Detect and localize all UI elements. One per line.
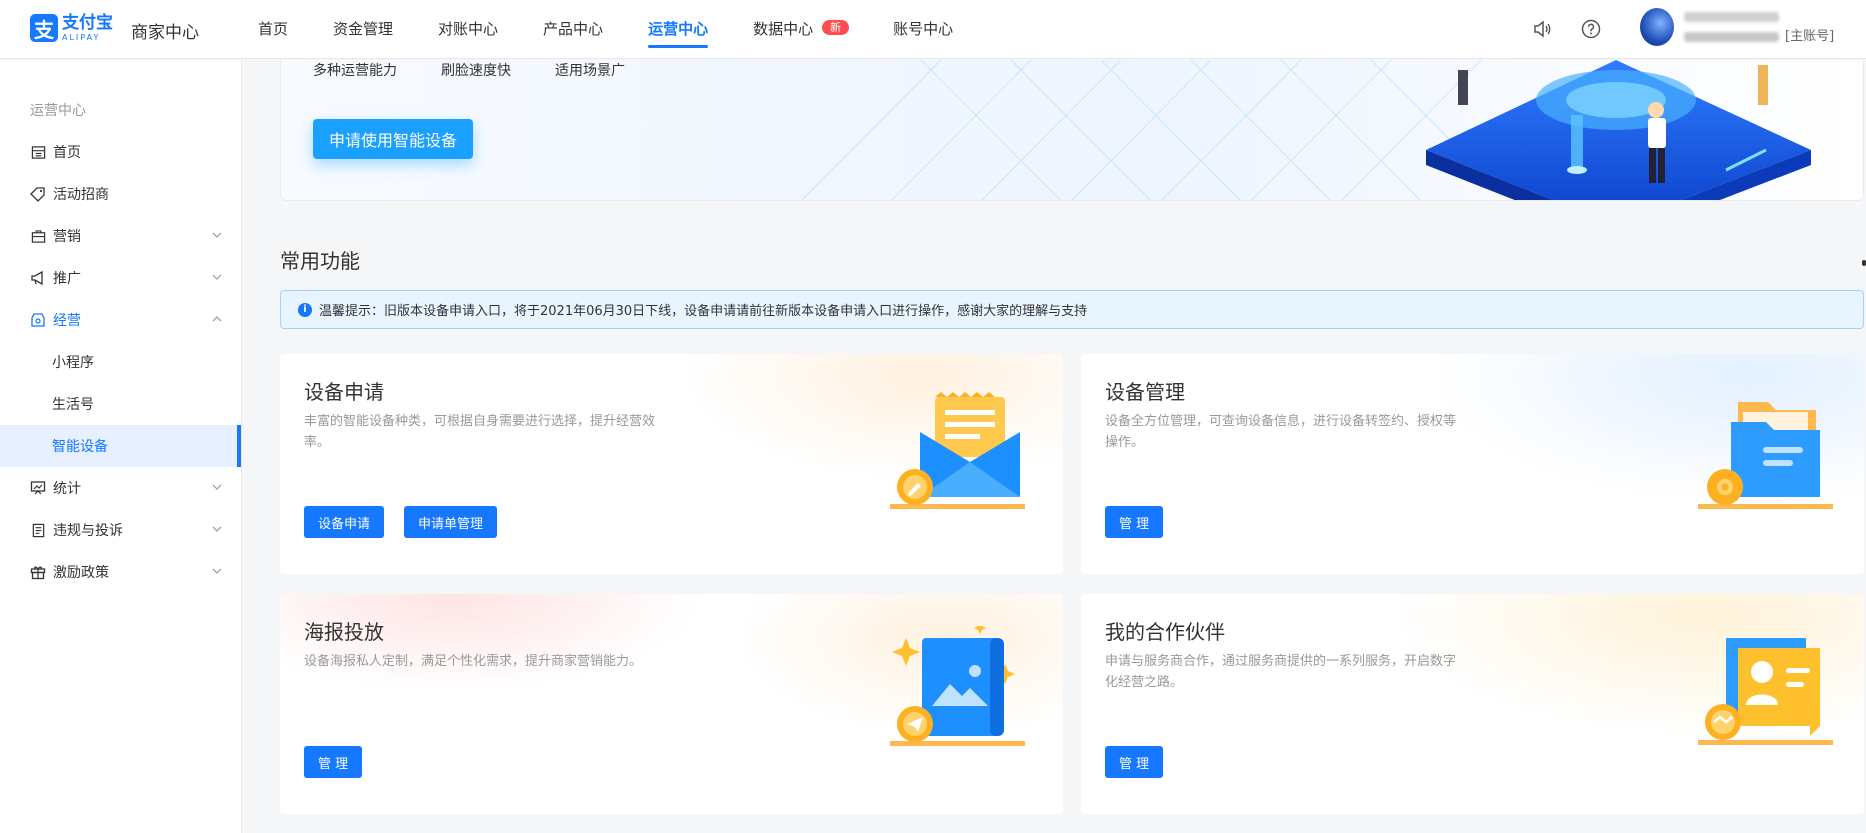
chevron-up-icon bbox=[212, 316, 222, 322]
card-title: 设备申请 bbox=[304, 380, 384, 404]
card-my-partners: 我的合作伙伴 申请与服务商合作，通过服务商提供的一系列服务，开启数字化经营之路。… bbox=[1081, 594, 1864, 814]
top-nav: 首页 资金管理 对账中心 产品中心 运营中心 数据中心 新 账号中心 bbox=[258, 0, 998, 59]
sidebar-item-violations[interactable]: 违规与投诉 bbox=[0, 509, 241, 551]
banner-tag: 适用场景广 bbox=[555, 63, 625, 79]
sidebar-item-smart-devices[interactable]: 智能设备 bbox=[0, 425, 241, 467]
speaker-icon[interactable] bbox=[1531, 18, 1553, 40]
card-title: 设备管理 bbox=[1105, 380, 1185, 404]
envelope-icon bbox=[890, 392, 1025, 509]
top-bar: 支 支付宝 ALIPAY 商家中心 首页 资金管理 对账中心 产品中心 运营中心… bbox=[0, 0, 1866, 59]
user-name-redacted bbox=[1684, 12, 1779, 22]
logo-text-en: ALIPAY bbox=[62, 32, 101, 42]
sidebar-item-label: 营销 bbox=[53, 229, 81, 245]
notice-text: 温馨提示：旧版本设备申请入口，将于2021年06月30日下线，设备申请请前往新版… bbox=[319, 304, 1088, 319]
home-icon bbox=[30, 144, 46, 160]
nav-data-label: 数据中心 bbox=[753, 20, 814, 38]
sidebar-item-incentives[interactable]: 激励政策 bbox=[0, 551, 241, 593]
brand-subtitle: 商家中心 bbox=[131, 23, 199, 43]
sidebar-item-label: 智能设备 bbox=[52, 439, 108, 455]
briefcase-icon bbox=[30, 228, 46, 244]
card-device-application: 设备申请 丰富的智能设备种类，可根据自身需要进行选择，提升经营效率。 设备申请 … bbox=[280, 354, 1063, 574]
logo-text-cn: 支付宝 bbox=[62, 12, 113, 33]
banner-tag: 多种运营能力 bbox=[313, 63, 397, 79]
section-title: 常用功能 bbox=[280, 249, 360, 273]
card-description: 设备海报私人定制，满足个性化需求，提升商家营销能力。 bbox=[304, 654, 643, 669]
banner-feature-tags: 多种运营能力 刷脸速度快 适用场景广 bbox=[313, 60, 625, 80]
card-title: 海报投放 bbox=[304, 620, 384, 644]
chevron-down-icon bbox=[212, 526, 222, 532]
sidebar-item-marketing[interactable]: 营销 bbox=[0, 215, 241, 257]
application-manage-button[interactable]: 申请单管理 bbox=[404, 506, 498, 538]
sidebar-title: 运营中心 bbox=[30, 103, 86, 119]
account-type: [主账号] bbox=[1785, 29, 1835, 44]
avatar bbox=[1640, 8, 1674, 46]
user-menu[interactable]: [主账号] bbox=[1640, 8, 1834, 46]
smart-device-banner: 多种运营能力 刷脸速度快 适用场景广 申请使用智能设备 bbox=[280, 60, 1864, 201]
partner-manage-button[interactable]: 管 理 bbox=[1105, 746, 1164, 778]
info-icon: i bbox=[298, 302, 312, 317]
notice-bar: i 温馨提示：旧版本设备申请入口，将于2021年06月30日下线，设备申请请前往… bbox=[280, 290, 1864, 329]
sidebar-item-label: 经营 bbox=[53, 313, 81, 329]
card-description: 丰富的智能设备种类，可根据自身需要进行选择，提升经营效率。 bbox=[304, 414, 656, 450]
sidebar-item-campaigns[interactable]: 活动招商 bbox=[0, 173, 241, 215]
nav-reconciliation[interactable]: 对账中心 bbox=[438, 0, 498, 59]
help-icon[interactable] bbox=[1580, 18, 1602, 40]
new-badge: 新 bbox=[822, 20, 850, 35]
partner-card-icon bbox=[1698, 638, 1833, 745]
tag-icon bbox=[30, 186, 46, 202]
device-apply-button[interactable]: 设备申请 bbox=[304, 506, 385, 538]
sidebar-item-label: 统计 bbox=[53, 481, 81, 497]
sidebar-item-statistics[interactable]: 统计 bbox=[0, 467, 241, 509]
alipay-logo[interactable]: 支 支付宝 ALIPAY bbox=[30, 14, 113, 42]
sidebar-item-label: 小程序 bbox=[52, 355, 94, 371]
poster-manage-button[interactable]: 管 理 bbox=[304, 746, 363, 778]
sidebar: 运营中心 首页 活动招商 营销 推广 经营 小程序 生活号 智能设备 统计 违规… bbox=[0, 60, 242, 833]
edge-marker bbox=[1862, 260, 1866, 266]
sidebar-item-life-account[interactable]: 生活号 bbox=[0, 383, 241, 425]
sidebar-item-label: 首页 bbox=[53, 145, 81, 161]
chevron-down-icon bbox=[212, 232, 222, 238]
sidebar-item-promotion[interactable]: 推广 bbox=[0, 257, 241, 299]
smart-device-illustration bbox=[1426, 60, 1811, 200]
chart-icon bbox=[30, 480, 46, 496]
sidebar-item-label: 生活号 bbox=[52, 397, 94, 413]
sidebar-item-label: 违规与投诉 bbox=[53, 523, 123, 539]
nav-account[interactable]: 账号中心 bbox=[893, 0, 953, 59]
chevron-down-icon bbox=[212, 484, 222, 490]
user-account-redacted bbox=[1684, 32, 1779, 42]
nav-operations[interactable]: 运营中心 bbox=[648, 0, 709, 59]
folder-gear-icon bbox=[1698, 402, 1833, 509]
shop-icon bbox=[30, 312, 46, 328]
card-description: 申请与服务商合作，通过服务商提供的一系列服务，开启数字化经营之路。 bbox=[1105, 654, 1457, 690]
sidebar-item-label: 激励政策 bbox=[53, 565, 109, 581]
sidebar-item-mini-program[interactable]: 小程序 bbox=[0, 341, 241, 383]
device-manage-button[interactable]: 管 理 bbox=[1105, 506, 1164, 538]
sidebar-item-label: 活动招商 bbox=[53, 187, 109, 203]
apply-smart-device-button[interactable]: 申请使用智能设备 bbox=[313, 119, 473, 159]
megaphone-icon bbox=[30, 270, 46, 286]
card-description: 设备全方位管理，可查询设备信息，进行设备转签约、授权等操作。 bbox=[1105, 414, 1457, 450]
alipay-logo-icon: 支 bbox=[30, 14, 58, 42]
nav-funds[interactable]: 资金管理 bbox=[333, 0, 393, 59]
nav-products[interactable]: 产品中心 bbox=[543, 0, 603, 59]
nav-home[interactable]: 首页 bbox=[258, 0, 288, 59]
nav-data[interactable]: 数据中心 新 bbox=[753, 0, 850, 59]
sidebar-item-label: 推广 bbox=[53, 271, 81, 287]
card-title: 我的合作伙伴 bbox=[1105, 620, 1225, 644]
poster-icon bbox=[890, 626, 1025, 746]
card-poster-delivery: 海报投放 设备海报私人定制，满足个性化需求，提升商家营销能力。 管 理 bbox=[280, 594, 1063, 814]
banner-tag: 刷脸速度快 bbox=[441, 63, 511, 79]
chevron-down-icon bbox=[212, 568, 222, 574]
grid-pattern-decoration bbox=[801, 60, 1501, 200]
sidebar-item-business[interactable]: 经营 bbox=[0, 299, 241, 341]
gift-icon bbox=[30, 564, 46, 580]
sidebar-item-home[interactable]: 首页 bbox=[0, 131, 241, 173]
card-device-management: 设备管理 设备全方位管理，可查询设备信息，进行设备转签约、授权等操作。 管 理 bbox=[1081, 354, 1864, 574]
chevron-down-icon bbox=[212, 274, 222, 280]
document-icon bbox=[30, 522, 46, 538]
